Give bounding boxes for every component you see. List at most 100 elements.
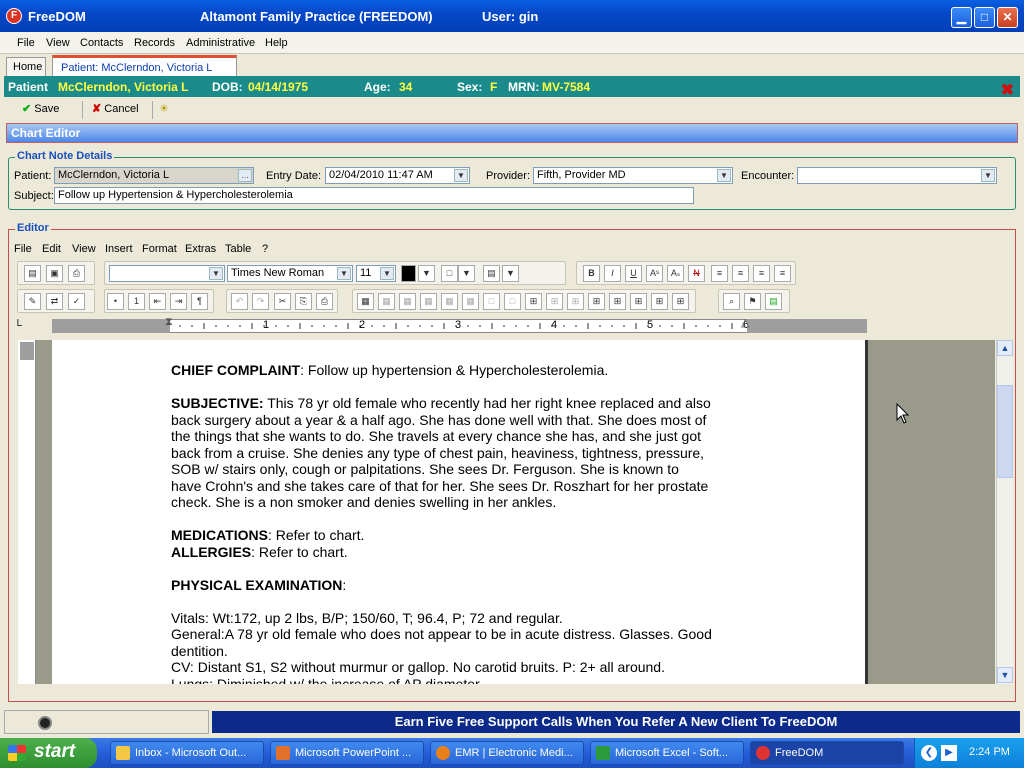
tab-home[interactable]: Home xyxy=(6,57,46,76)
table-border-icon[interactable]: ⊞ xyxy=(651,293,668,310)
table-tool-icon[interactable]: ▦ xyxy=(462,293,479,310)
menu-help[interactable]: Help xyxy=(265,37,288,49)
align-left-icon[interactable]: ≡ xyxy=(711,265,728,282)
provider-select[interactable]: Fifth, Provider MD ▼ xyxy=(533,167,733,184)
taskbar-item-outlook[interactable]: Inbox - Microsoft Out... xyxy=(110,741,264,765)
print-icon[interactable]: ⎙ xyxy=(68,265,85,282)
editor-menu-help[interactable]: ? xyxy=(262,243,268,255)
scroll-down-icon[interactable]: ▼ xyxy=(997,667,1013,683)
undo-icon[interactable]: ↶ xyxy=(231,293,248,310)
menu-administrative[interactable]: Administrative xyxy=(186,37,255,49)
numbered-list-icon[interactable]: 1 xyxy=(128,293,145,310)
menu-file[interactable]: File xyxy=(17,37,35,49)
insert-table-icon[interactable]: ▦ xyxy=(357,293,374,310)
maximize-icon[interactable]: □ xyxy=(974,7,995,28)
align-center-icon[interactable]: ≡ xyxy=(732,265,749,282)
spellcheck-icon[interactable]: ✓ xyxy=(68,293,85,310)
table-border-icon[interactable]: ⊞ xyxy=(672,293,689,310)
table-tool-icon[interactable]: ▦ xyxy=(441,293,458,310)
style-select[interactable]: ▼ xyxy=(109,265,225,282)
save-button[interactable]: ✔ Save xyxy=(22,102,59,115)
tray-media-icon[interactable]: ▶ xyxy=(941,745,957,761)
editor-menu-insert[interactable]: Insert xyxy=(105,243,133,255)
table-border-icon[interactable]: ⊞ xyxy=(630,293,647,310)
editor-menu-file[interactable]: File xyxy=(14,243,32,255)
entry-date-field[interactable]: 02/04/2010 11:47 AM ▼ xyxy=(325,167,470,184)
browse-ellipsis-icon[interactable]: … xyxy=(238,169,252,182)
strikethrough-icon[interactable]: N xyxy=(688,265,705,282)
table-grid-icon[interactable]: ⊞ xyxy=(567,293,584,310)
save-disk-icon[interactable]: ▣ xyxy=(46,265,63,282)
scroll-thumb[interactable] xyxy=(997,385,1013,478)
chevron-down-icon[interactable]: ▼ xyxy=(458,265,475,282)
table-border-icon[interactable]: ⊞ xyxy=(609,293,626,310)
paragraph-icon[interactable]: ¶ xyxy=(191,293,208,310)
find-replace-icon[interactable]: ⇄ xyxy=(46,293,63,310)
superscript-icon[interactable]: Aˢ xyxy=(646,265,663,282)
close-patient-icon[interactable]: ✖ xyxy=(1001,80,1014,100)
editor-menu-format[interactable]: Format xyxy=(142,243,177,255)
cut-icon[interactable]: ✂ xyxy=(274,293,291,310)
scroll-up-icon[interactable]: ▲ xyxy=(997,340,1013,356)
table-grid-icon[interactable]: ⊞ xyxy=(525,293,542,310)
editor-menu-view[interactable]: View xyxy=(72,243,96,255)
chevron-down-icon[interactable]: ▼ xyxy=(209,267,223,280)
vertical-scrollbar[interactable]: ▲ ▼ xyxy=(996,340,1013,684)
cancel-button[interactable]: ✘ Cancel xyxy=(92,102,139,115)
menu-contacts[interactable]: Contacts xyxy=(80,37,123,49)
chevron-down-icon[interactable]: ▼ xyxy=(717,169,731,182)
paste-icon[interactable]: ⎙ xyxy=(316,293,333,310)
tab-stop-icon[interactable]: └ xyxy=(14,320,22,332)
table-tool-icon[interactable]: ▦ xyxy=(378,293,395,310)
tab-patient[interactable]: Patient: McClerndon, Victoria L xyxy=(52,55,237,76)
promo-banner[interactable]: Earn Five Free Support Calls When You Re… xyxy=(212,711,1020,733)
underline-icon[interactable]: U xyxy=(625,265,642,282)
minimize-icon[interactable]: ▁ xyxy=(951,7,972,28)
table-border-icon[interactable]: ⊞ xyxy=(588,293,605,310)
print-preview-icon[interactable]: ⌕ xyxy=(723,293,740,310)
table-tool-icon[interactable]: ▦ xyxy=(399,293,416,310)
italic-icon[interactable]: I xyxy=(604,265,621,282)
decrease-indent-icon[interactable]: ⇤ xyxy=(149,293,166,310)
menu-view[interactable]: View xyxy=(46,37,70,49)
taskbar-item-excel[interactable]: Microsoft Excel - Soft... xyxy=(590,741,744,765)
taskbar-item-powerpoint[interactable]: Microsoft PowerPoint ... xyxy=(270,741,424,765)
close-icon[interactable]: ✕ xyxy=(997,7,1018,28)
editor-menu-extras[interactable]: Extras xyxy=(185,243,216,255)
align-justify-icon[interactable]: ≡ xyxy=(774,265,791,282)
increase-indent-icon[interactable]: ⇥ xyxy=(170,293,187,310)
font-size-select[interactable]: 11 ▼ xyxy=(356,265,396,282)
document-page[interactable]: CHIEF COMPLAINT: Follow up hypertension … xyxy=(52,340,868,684)
subject-input[interactable]: Follow up Hypertension & Hypercholestero… xyxy=(54,187,694,204)
spreadsheet-icon[interactable]: ▤ xyxy=(765,293,782,310)
font-color-icon[interactable] xyxy=(401,265,416,282)
redo-icon[interactable]: ↷ xyxy=(252,293,269,310)
menu-records[interactable]: Records xyxy=(134,37,175,49)
bullet-list-icon[interactable]: • xyxy=(107,293,124,310)
align-right-icon[interactable]: ≡ xyxy=(753,265,770,282)
chevron-down-icon[interactable]: ▼ xyxy=(981,169,995,182)
taskbar-item-browser[interactable]: EMR | Electronic Medi... xyxy=(430,741,584,765)
encounter-select[interactable]: ▼ xyxy=(797,167,997,184)
background-color-icon[interactable]: □ xyxy=(441,265,458,282)
table-grid-icon[interactable]: ⊞ xyxy=(546,293,563,310)
lightbulb-icon[interactable]: ☀ xyxy=(159,102,169,115)
font-select[interactable]: Times New Roman ▼ xyxy=(227,265,353,282)
chevron-down-icon[interactable]: ▼ xyxy=(380,267,394,280)
chevron-down-icon[interactable]: ▼ xyxy=(502,265,519,282)
record-icon[interactable] xyxy=(38,716,52,730)
editor-menu-edit[interactable]: Edit xyxy=(42,243,61,255)
open-folder-icon[interactable]: ▤ xyxy=(24,265,41,282)
copy-icon[interactable]: ⎘ xyxy=(295,293,312,310)
chevron-down-icon[interactable]: ▼ xyxy=(337,267,351,280)
table-tool-icon[interactable]: □ xyxy=(504,293,521,310)
document-text[interactable]: CHIEF COMPLAINT: Follow up hypertension … xyxy=(171,362,751,684)
table-tool-icon[interactable]: ▦ xyxy=(420,293,437,310)
insert-field-icon[interactable]: ⚑ xyxy=(744,293,761,310)
subscript-icon[interactable]: Aₛ xyxy=(667,265,684,282)
table-tool-icon[interactable]: □ xyxy=(483,293,500,310)
chevron-down-icon[interactable]: ▼ xyxy=(454,169,468,182)
editor-menu-table[interactable]: Table xyxy=(225,243,251,255)
tray-back-icon[interactable]: ❮ xyxy=(921,745,937,761)
right-indent-marker-icon[interactable]: △ xyxy=(741,316,749,329)
